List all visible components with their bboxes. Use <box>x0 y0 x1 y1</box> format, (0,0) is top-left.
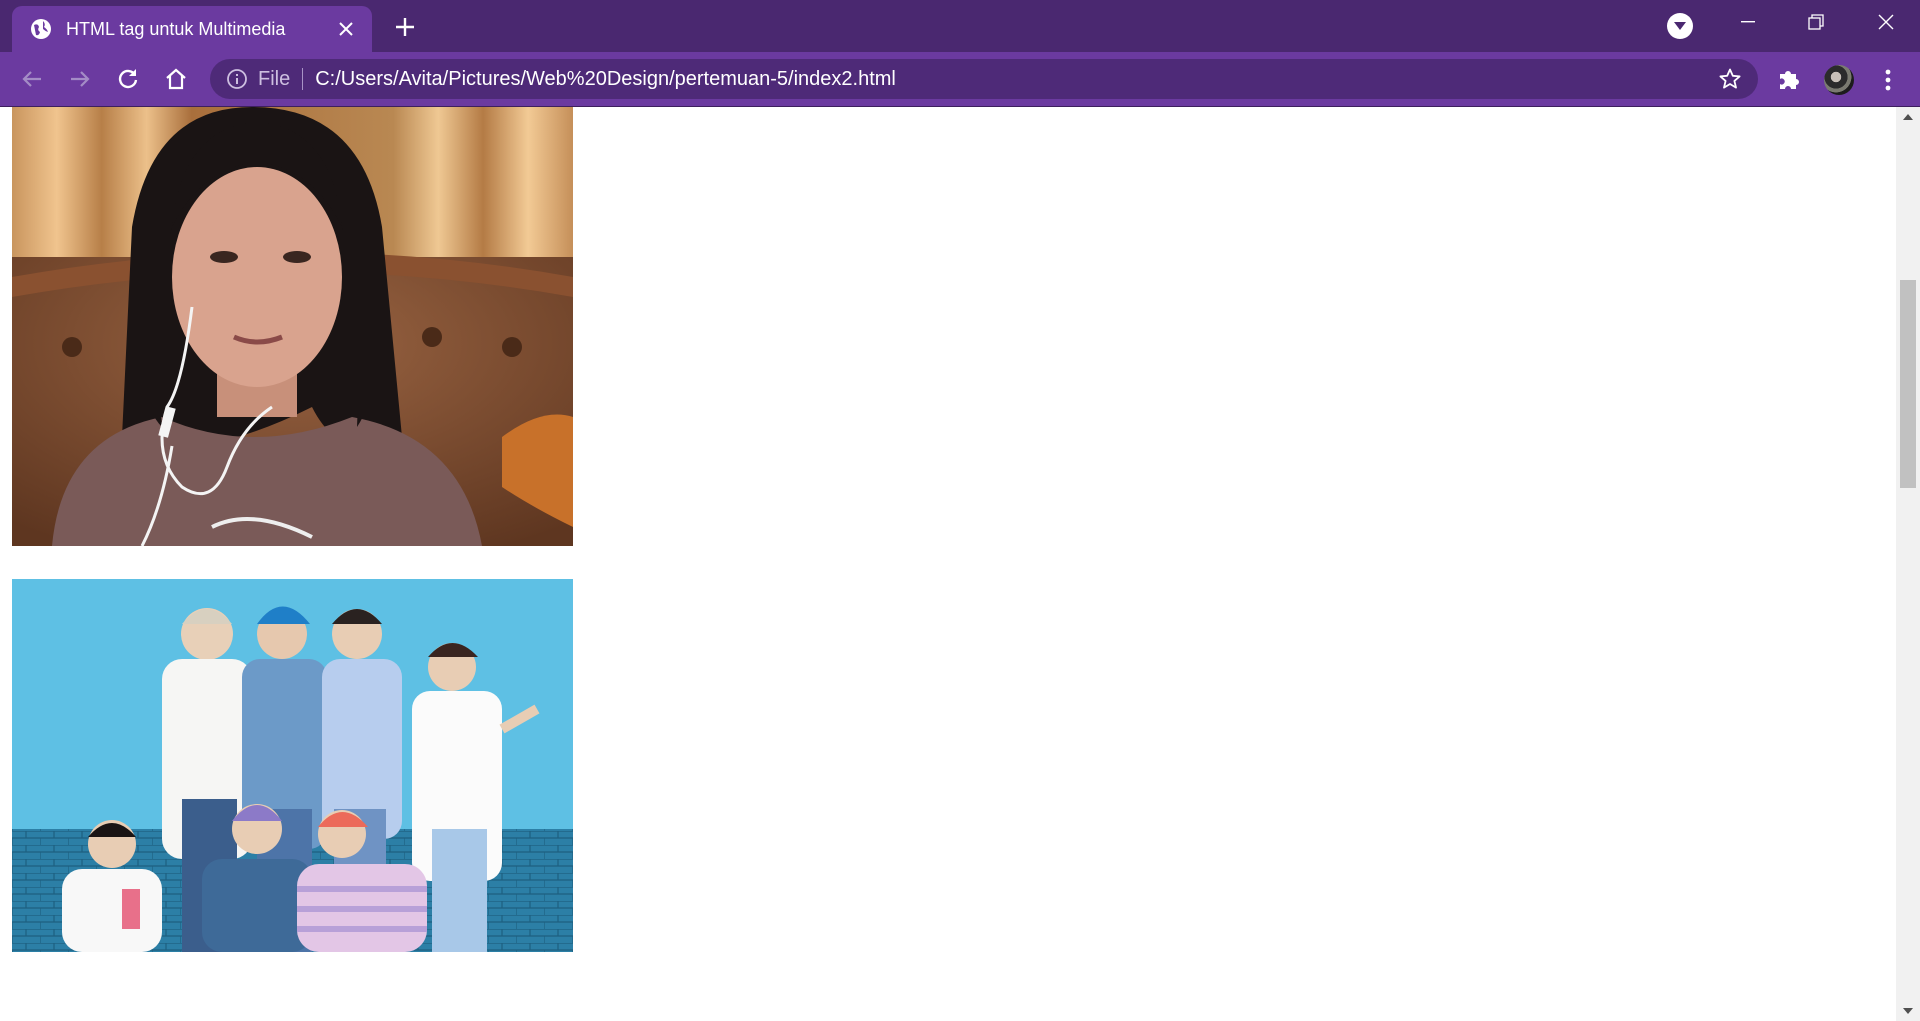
url-text[interactable]: C:/Users/Avita/Pictures/Web%20Design/per… <box>315 68 1718 91</box>
portrait-photo <box>12 107 573 546</box>
new-tab-icon[interactable] <box>390 12 420 42</box>
extensions-puzzle-icon[interactable] <box>1776 66 1804 94</box>
group-photo <box>12 579 573 952</box>
menu-kebab-icon[interactable] <box>1876 66 1900 94</box>
close-tab-icon[interactable] <box>332 15 360 43</box>
address-bar[interactable]: File C:/Users/Avita/Pictures/Web%20Desig… <box>210 59 1758 99</box>
vertical-scrollbar[interactable] <box>1896 107 1920 1021</box>
scrollbar-thumb[interactable] <box>1900 280 1916 488</box>
close-window-icon[interactable] <box>1852 0 1920 44</box>
scroll-down-arrow-icon[interactable] <box>1896 1001 1920 1021</box>
bookmark-star-icon[interactable] <box>1718 67 1742 91</box>
reload-icon[interactable] <box>112 63 144 95</box>
site-info-icon[interactable] <box>226 68 248 90</box>
scheme-label: File <box>258 67 291 90</box>
tab-search-icon[interactable] <box>1667 13 1693 39</box>
back-icon[interactable] <box>16 63 48 95</box>
forward-icon[interactable] <box>64 63 96 95</box>
omnibox-divider <box>302 68 304 90</box>
profile-avatar[interactable] <box>1824 65 1854 95</box>
home-icon[interactable] <box>160 63 192 95</box>
browser-tab[interactable]: HTML tag untuk Multimedia <box>12 6 372 52</box>
page-viewport <box>0 107 1896 1021</box>
tab-strip: HTML tag untuk Multimedia <box>0 0 1920 52</box>
restore-icon[interactable] <box>1782 0 1850 44</box>
scroll-up-arrow-icon[interactable] <box>1896 107 1920 127</box>
globe-icon <box>30 18 52 40</box>
minimize-icon[interactable] <box>1714 0 1782 44</box>
browser-toolbar: File C:/Users/Avita/Pictures/Web%20Desig… <box>0 52 1920 107</box>
tab-title: HTML tag untuk Multimedia <box>66 18 286 39</box>
